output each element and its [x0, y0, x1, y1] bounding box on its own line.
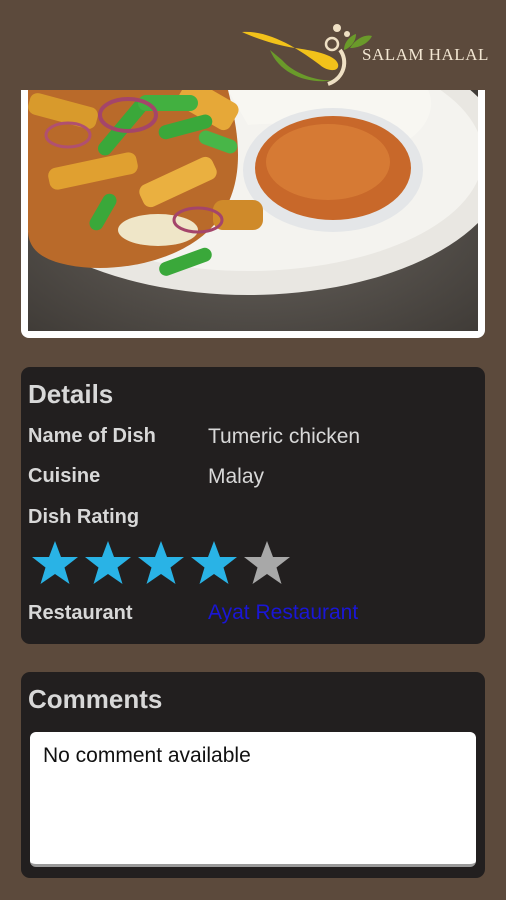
salam-halal-logo: SALAM HALAL [240, 20, 490, 90]
details-title: Details [28, 379, 114, 409]
star-icon [30, 539, 83, 589]
dish-rating-label: Dish Rating [28, 506, 140, 528]
app-header: SALAM HALAL [0, 0, 506, 90]
brand-name: SALAM HALAL [362, 45, 489, 64]
dish-photo [21, 90, 485, 338]
comments-card: Comments No comment available [21, 672, 485, 878]
star-icon [136, 539, 189, 589]
comment-box: No comment available [30, 732, 476, 867]
cuisine-value: Malay [208, 465, 265, 488]
dish-rating-stars [30, 539, 295, 589]
restaurant-link[interactable]: Ayat Restaurant [208, 601, 358, 625]
star-icon [189, 539, 242, 589]
comments-title: Comments [28, 684, 163, 714]
star-icon [83, 539, 136, 589]
name-of-dish-label: Name of Dish [28, 425, 156, 447]
details-card: Details Name of Dish Tumeric chicken Cui… [21, 367, 485, 644]
star-icon [242, 539, 295, 589]
restaurant-label: Restaurant [28, 602, 133, 624]
cuisine-label: Cuisine [28, 465, 101, 487]
name-of-dish-value: Tumeric chicken [208, 425, 361, 448]
